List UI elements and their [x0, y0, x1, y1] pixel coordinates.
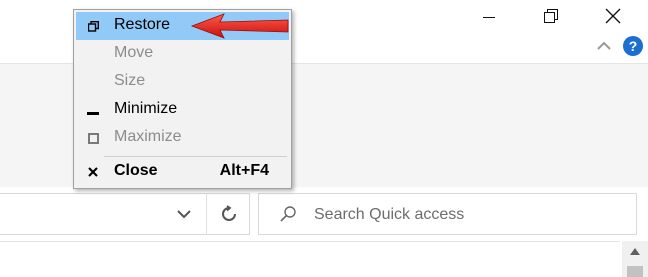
collapse-ribbon-icon[interactable] — [594, 36, 614, 56]
menu-item-move: Move — [76, 40, 289, 68]
restore-icon — [86, 19, 100, 33]
vertical-scrollbar[interactable] — [622, 241, 648, 277]
content-divider — [0, 241, 620, 242]
search-icon — [280, 206, 296, 222]
refresh-button[interactable] — [206, 193, 251, 235]
menu-item-minimize[interactable]: Minimize — [76, 96, 289, 124]
search-placeholder: Search Quick access — [314, 206, 465, 223]
restore-window-button[interactable] — [528, 0, 574, 32]
close-icon — [605, 8, 621, 24]
restore-window-icon — [544, 9, 558, 23]
minimize-icon — [86, 103, 100, 117]
chevron-down-icon[interactable] — [174, 206, 194, 222]
close-icon — [86, 165, 100, 179]
maximize-icon — [86, 131, 100, 145]
menu-item-label: Move — [114, 44, 154, 61]
menu-item-label: Size — [114, 72, 146, 89]
close-window-button[interactable] — [590, 0, 636, 32]
menu-item-maximize: Maximize — [76, 124, 289, 152]
minimize-window-button[interactable] — [466, 0, 512, 32]
search-input[interactable]: Search Quick access — [258, 193, 637, 235]
help-icon[interactable]: ? — [623, 36, 643, 56]
menu-item-close[interactable]: Close Alt+F4 — [76, 158, 289, 186]
menu-item-label: Restore — [114, 16, 171, 33]
menu-item-size: Size — [76, 68, 289, 96]
minimize-icon — [483, 16, 495, 18]
shortcut-label: Alt+F4 — [219, 162, 269, 179]
menu-item-label: Maximize — [114, 128, 182, 145]
menu-item-label: Close — [114, 162, 158, 179]
annotation-arrow — [190, 13, 289, 39]
scroll-thumb[interactable] — [627, 266, 643, 277]
menu-separator — [104, 156, 287, 157]
menu-item-label: Minimize — [114, 100, 178, 117]
scroll-up-icon[interactable] — [629, 247, 641, 257]
refresh-icon — [222, 205, 236, 221]
